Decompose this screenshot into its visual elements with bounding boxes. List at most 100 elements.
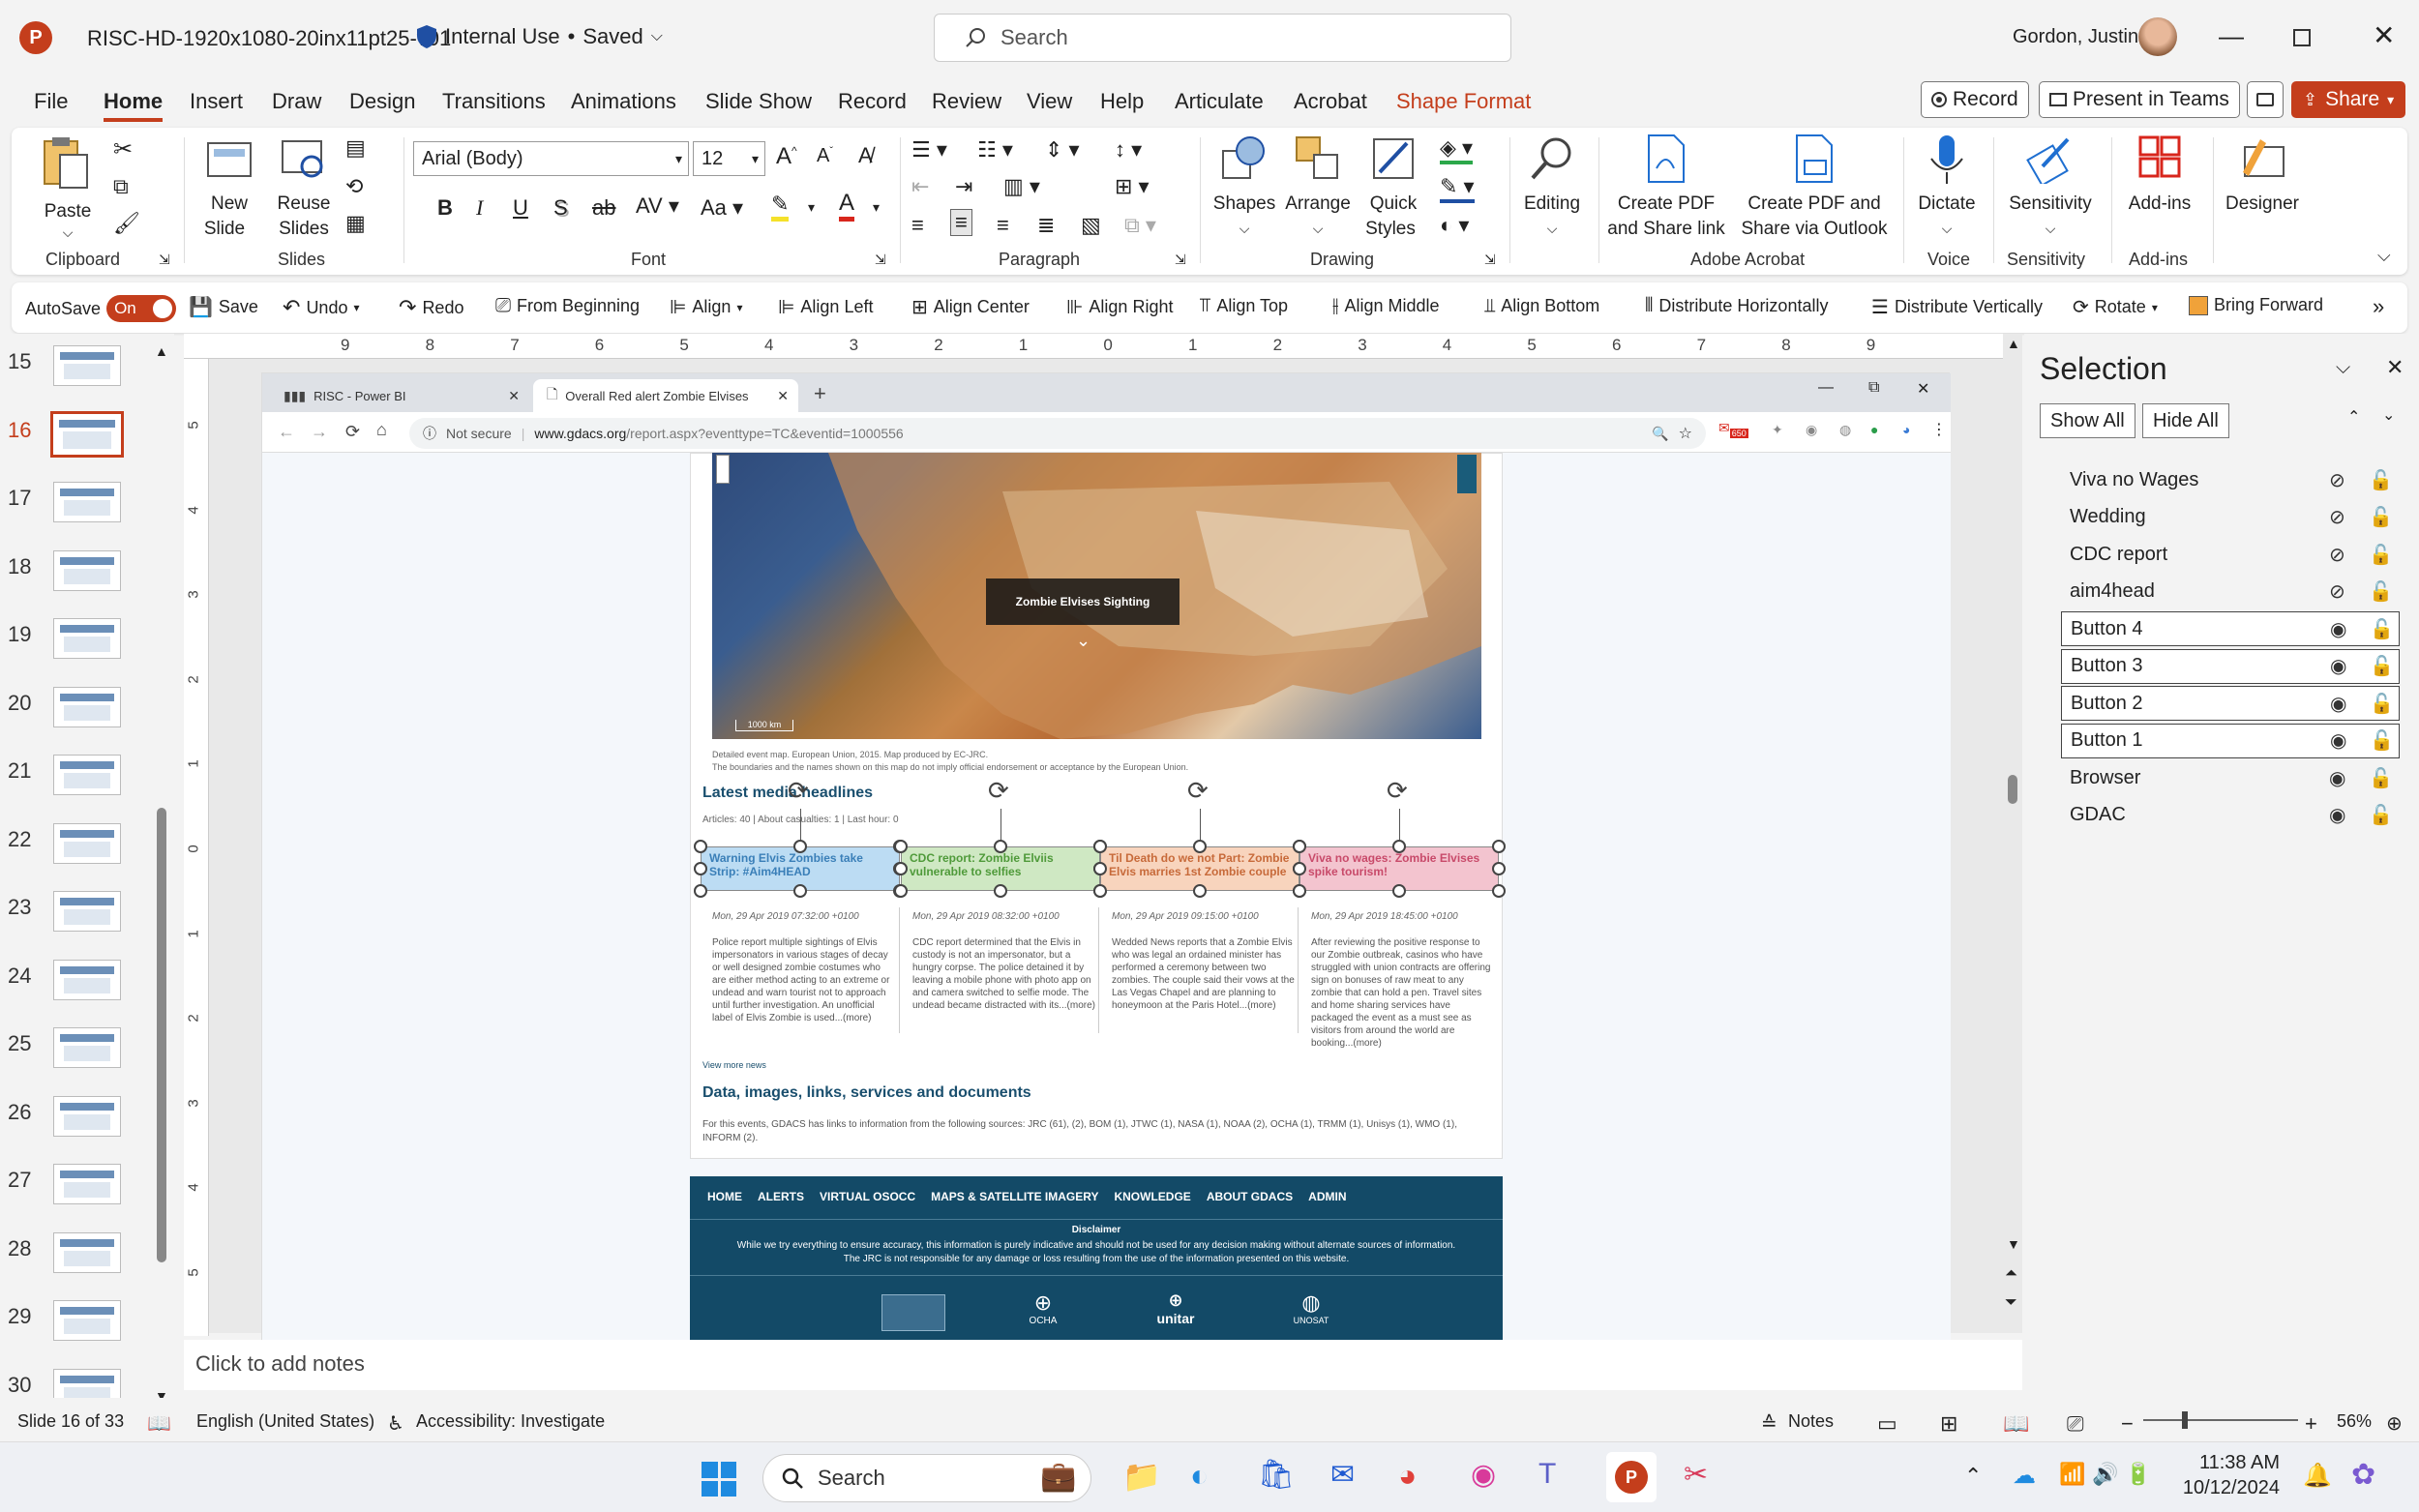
- eye-icon[interactable]: ◉: [2329, 803, 2345, 827]
- window-close-icon[interactable]: ✕: [1917, 379, 1929, 399]
- event-marker-icon[interactable]: ⌄: [1076, 631, 1090, 651]
- selection-item[interactable]: Button 1 ◉ 🔓: [2061, 723, 2400, 758]
- accessibility-status[interactable]: Accessibility: Investigate: [416, 1411, 605, 1432]
- create-pdf-share-link-button[interactable]: Create PDF and Share link: [1603, 133, 1729, 250]
- tab-draw[interactable]: Draw: [272, 89, 321, 114]
- distribute-vertically-button[interactable]: ☰ Distribute Vertically: [1871, 295, 2043, 319]
- add-ins-button[interactable]: Add-ins: [2113, 133, 2206, 250]
- quick-styles-button[interactable]: Quick Styles: [1357, 133, 1430, 250]
- decrease-font-icon[interactable]: Aˇ: [817, 145, 833, 167]
- selection-item[interactable]: Browser ◉ 🔓: [2061, 760, 2400, 795]
- selection-handle[interactable]: [793, 884, 807, 898]
- rotate-handle-icon[interactable]: ⟳: [1387, 776, 1408, 806]
- show-all-button[interactable]: Show All: [2040, 403, 2135, 438]
- tab-insert[interactable]: Insert: [190, 89, 243, 114]
- address-bar[interactable]: ⓘ Not secure | www.gdacs.org/report.aspx…: [409, 418, 1706, 449]
- tab-record[interactable]: Record: [838, 89, 907, 114]
- language-indicator[interactable]: English (United States): [196, 1411, 374, 1432]
- layout-icon[interactable]: ▤: [345, 135, 366, 161]
- slide-thumbnail[interactable]: [53, 1164, 121, 1204]
- restore-button[interactable]: [2293, 29, 2311, 46]
- selection-item[interactable]: aim4head ⊘ 🔓: [2061, 575, 2400, 609]
- unlock-icon[interactable]: 🔓: [2369, 468, 2393, 492]
- change-case-icon[interactable]: Aa ▾: [701, 195, 743, 221]
- teams-icon[interactable]: T: [1538, 1458, 1556, 1491]
- slide-thumbnail[interactable]: [53, 822, 121, 864]
- convert-smartart-icon[interactable]: ⧉ ▾: [1124, 213, 1156, 238]
- italic-icon[interactable]: I: [476, 195, 483, 221]
- slide-thumbnail[interactable]: [50, 410, 124, 458]
- window-restore-icon[interactable]: ⧉: [1868, 379, 1879, 397]
- undo-button[interactable]: ↶ Undo ▾: [283, 295, 360, 320]
- selection-handle[interactable]: [793, 840, 807, 853]
- chevron-down-icon[interactable]: ▾: [873, 199, 880, 216]
- selection-handle[interactable]: [1293, 840, 1306, 853]
- shadow-icon[interactable]: S: [553, 195, 568, 221]
- editor-scrollbar[interactable]: ▲ ▼ ⏶ ⏷: [2005, 336, 2020, 1328]
- footer-nav-link[interactable]: KNOWLEDGE: [1114, 1190, 1190, 1203]
- onedrive-icon[interactable]: ☁: [2013, 1462, 2036, 1490]
- selection-item[interactable]: CDC report ⊘ 🔓: [2061, 537, 2400, 572]
- close-icon[interactable]: ✕: [777, 388, 789, 404]
- notifications-icon[interactable]: 🔔: [2303, 1462, 2332, 1490]
- reload-icon[interactable]: ⟳: [345, 422, 360, 442]
- scroll-down-icon[interactable]: ▼: [2007, 1236, 2020, 1252]
- paste-button[interactable]: Paste ⌵: [29, 133, 106, 240]
- increase-indent-icon[interactable]: ⇥: [955, 174, 972, 199]
- gmail-extension-icon[interactable]: ✉ 650: [1718, 420, 1748, 438]
- zoom-in-icon[interactable]: +: [2305, 1411, 2317, 1437]
- strikethrough-icon[interactable]: ab: [592, 195, 615, 221]
- numbering-icon[interactable]: ☷ ▾: [977, 137, 1013, 163]
- thumbnail-scrollbar[interactable]: ▲ ▼: [155, 343, 168, 1404]
- shape-outline-icon[interactable]: ✎ ▾: [1440, 174, 1475, 203]
- underline-icon[interactable]: U: [513, 195, 528, 221]
- center-text-icon[interactable]: ≡: [950, 209, 972, 236]
- unlock-icon[interactable]: 🔓: [2369, 579, 2393, 604]
- chrome-icon[interactable]: ◕: [1398, 1458, 1417, 1494]
- dictate-button[interactable]: Dictate ⌵: [1908, 133, 1986, 250]
- shape-effects-icon[interactable]: ◐ ▾: [1440, 213, 1469, 238]
- eye-icon[interactable]: ◉: [2330, 728, 2346, 753]
- selection-handle[interactable]: [1392, 840, 1406, 853]
- close-button[interactable]: ✕: [2373, 19, 2395, 51]
- slide-thumbnail[interactable]: [53, 345, 121, 386]
- normal-view-icon[interactable]: ▭: [1877, 1411, 1897, 1437]
- tab-view[interactable]: View: [1027, 89, 1072, 114]
- fit-slide-icon[interactable]: ⊕: [2386, 1411, 2403, 1436]
- footer-nav-link[interactable]: MAPS & SATELLITE IMAGERY: [931, 1190, 1098, 1203]
- tab-review[interactable]: Review: [932, 89, 1001, 114]
- text-direction-icon[interactable]: ↕ ▾: [1115, 137, 1142, 163]
- snipping-tool-icon[interactable]: ✂: [1684, 1458, 1708, 1492]
- eye-icon[interactable]: ◉: [2330, 617, 2346, 641]
- dialog-launcher-icon[interactable]: ⇲: [159, 252, 170, 268]
- browser-tab-power-bi[interactable]: ▮▮▮ RISC - Power BI ✕: [270, 379, 529, 412]
- slide-counter[interactable]: Slide 16 of 33: [17, 1411, 124, 1432]
- record-button[interactable]: Record: [1921, 81, 2029, 118]
- slide-thumbnail[interactable]: [53, 755, 121, 795]
- home-icon[interactable]: ⌂: [376, 420, 387, 440]
- notes-toggle[interactable]: Notes: [1788, 1411, 1834, 1432]
- reset-icon[interactable]: ⟲: [345, 174, 363, 199]
- photos-icon[interactable]: ◉: [1471, 1458, 1496, 1492]
- align-top-button[interactable]: ⫪ Align Top: [1200, 295, 1288, 317]
- sensitivity-button[interactable]: Sensitivity ⌵: [1997, 133, 2104, 250]
- align-middle-button[interactable]: ⫲ Align Middle: [1332, 295, 1440, 317]
- zoom-icon[interactable]: 🔍: [1652, 426, 1668, 442]
- align-right-text-icon[interactable]: ≡: [997, 213, 1009, 238]
- selection-item[interactable]: Button 4 ◉ 🔓: [2061, 611, 2400, 646]
- briefcase-icon[interactable]: 💼: [1040, 1460, 1076, 1494]
- rotate-handle-icon[interactable]: ⟳: [788, 776, 809, 806]
- font-size-select[interactable]: 12 ▾: [693, 141, 765, 176]
- powerpoint-app-icon[interactable]: P: [19, 21, 52, 54]
- slideshow-view-icon[interactable]: ⎚: [2067, 1411, 2084, 1437]
- selection-handle[interactable]: [1492, 884, 1506, 898]
- close-icon[interactable]: ✕: [508, 388, 520, 404]
- selection-handle[interactable]: [1093, 840, 1107, 853]
- extension-icon[interactable]: ●: [1870, 422, 1878, 437]
- columns-icon[interactable]: ▥ ▾: [1003, 174, 1040, 199]
- increase-font-icon[interactable]: A^: [776, 143, 797, 170]
- slide-thumbnail[interactable]: [53, 482, 121, 522]
- align-center-button[interactable]: ⊞ Align Center: [911, 295, 1030, 319]
- bookmark-star-icon[interactable]: ☆: [1679, 424, 1692, 443]
- selection-item[interactable]: Button 2 ◉ 🔓: [2061, 686, 2400, 721]
